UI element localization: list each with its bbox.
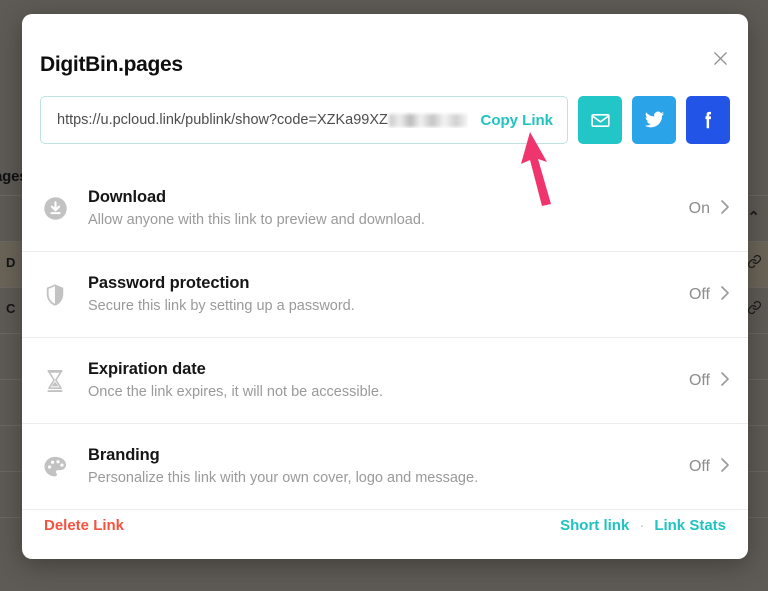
option-state[interactable]: Off bbox=[689, 285, 730, 304]
share-link-row: https://u.pcloud.link/publink/show?code=… bbox=[40, 96, 730, 144]
status-badge: Off bbox=[688, 371, 710, 389]
status-badge: Off bbox=[688, 457, 710, 475]
share-url-text: https://u.pcloud.link/publink/show?code=… bbox=[57, 112, 469, 128]
copy-link-button[interactable]: Copy Link bbox=[468, 112, 553, 129]
chevron-up-icon: ⌃ bbox=[747, 209, 760, 226]
option-description: Secure this link by setting up a passwor… bbox=[88, 298, 355, 315]
backdrop-row-label: D bbox=[6, 255, 16, 270]
short-link-link[interactable]: Short link bbox=[560, 517, 629, 534]
download-circle-icon bbox=[40, 194, 70, 224]
option-description: Once the link expires, it will not be ac… bbox=[88, 384, 383, 401]
option-text: Download Allow anyone with this link to … bbox=[88, 186, 689, 231]
shield-icon bbox=[40, 280, 70, 310]
modal-footer: Delete Link Short link · Link Stats bbox=[22, 491, 748, 559]
envelope-icon bbox=[590, 110, 611, 131]
option-text: Branding Personalize this link with your… bbox=[88, 444, 689, 489]
chevron-right-icon bbox=[720, 199, 730, 218]
option-title: Download bbox=[88, 187, 167, 206]
page-title: DigitBin.pages bbox=[40, 53, 183, 76]
chevron-right-icon bbox=[720, 285, 730, 304]
share-link-modal: DigitBin.pages https://u.pcloud.link/pub… bbox=[22, 14, 748, 559]
option-state[interactable]: Off bbox=[689, 457, 730, 476]
share-url-redacted bbox=[388, 113, 469, 127]
option-description: Allow anyone with this link to preview a… bbox=[88, 212, 425, 229]
hourglass-icon bbox=[40, 366, 70, 396]
share-email-button[interactable] bbox=[578, 96, 622, 144]
option-state[interactable]: Off bbox=[689, 371, 730, 390]
option-text: Password protection Secure this link by … bbox=[88, 272, 689, 317]
option-row-expiration-date[interactable]: Expiration date Once the link expires, i… bbox=[22, 338, 748, 424]
modal-header: DigitBin.pages bbox=[22, 14, 748, 92]
option-title: Branding bbox=[88, 445, 160, 464]
twitter-bird-icon bbox=[643, 109, 665, 131]
share-twitter-button[interactable] bbox=[632, 96, 676, 144]
close-icon[interactable] bbox=[706, 44, 734, 72]
option-row-download[interactable]: Download Allow anyone with this link to … bbox=[22, 166, 748, 252]
delete-link-button[interactable]: Delete Link bbox=[44, 517, 124, 534]
status-badge: Off bbox=[688, 285, 710, 303]
link-icon bbox=[747, 300, 762, 319]
chevron-right-icon bbox=[720, 371, 730, 390]
backdrop-row-label: C bbox=[6, 301, 16, 316]
link-stats-link[interactable]: Link Stats bbox=[654, 517, 726, 534]
status-badge: On bbox=[688, 199, 710, 217]
link-icon bbox=[747, 254, 762, 273]
option-row-password-protection[interactable]: Password protection Secure this link by … bbox=[22, 252, 748, 338]
option-description: Personalize this link with your own cove… bbox=[88, 470, 479, 487]
option-title: Password protection bbox=[88, 273, 250, 292]
share-facebook-button[interactable] bbox=[686, 96, 730, 144]
option-title: Expiration date bbox=[88, 359, 206, 378]
share-url-visible: https://u.pcloud.link/publink/show?code=… bbox=[57, 112, 388, 128]
palette-icon bbox=[40, 452, 70, 482]
chevron-right-icon bbox=[720, 457, 730, 476]
footer-separator: · bbox=[639, 516, 645, 534]
option-text: Expiration date Once the link expires, i… bbox=[88, 358, 689, 403]
option-state[interactable]: On bbox=[689, 199, 730, 218]
facebook-f-icon bbox=[697, 109, 719, 131]
link-options-list: Download Allow anyone with this link to … bbox=[22, 166, 748, 510]
footer-links: Short link · Link Stats bbox=[560, 517, 726, 534]
share-url-field[interactable]: https://u.pcloud.link/publink/show?code=… bbox=[40, 96, 568, 144]
